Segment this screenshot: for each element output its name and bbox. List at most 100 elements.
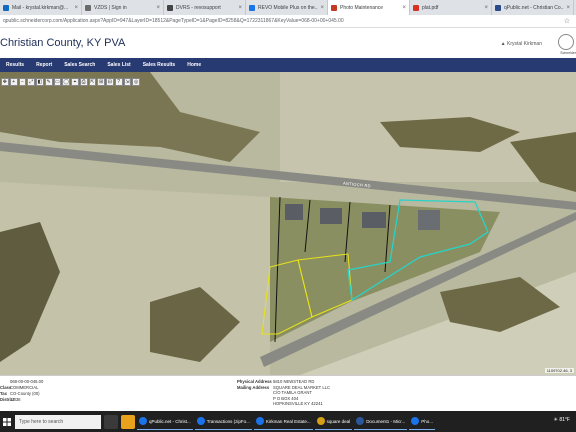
tab-favicon-icon bbox=[3, 4, 9, 11]
schneider-logo-text: Schneider bbox=[560, 51, 576, 55]
browser-tab[interactable]: DVRS - revosupport × bbox=[164, 0, 246, 15]
map-coordinates: 1109702.46, 3 bbox=[544, 368, 574, 373]
taskbar-app-label: Pho... bbox=[421, 418, 433, 424]
tab-close-icon[interactable]: × bbox=[566, 5, 570, 11]
taskbar-app-label: square deal bbox=[326, 418, 351, 424]
taskbar-app-icon bbox=[255, 417, 264, 425]
building-store bbox=[418, 210, 440, 230]
browser-tab[interactable]: REVO Mobile Plus on the... × bbox=[246, 0, 328, 15]
tab-close-icon[interactable]: × bbox=[402, 5, 406, 11]
map-tool-icon[interactable]: ◯ bbox=[62, 78, 70, 86]
building-3 bbox=[362, 212, 386, 228]
file-explorer-icon[interactable] bbox=[121, 414, 135, 429]
taskbar-app-icon bbox=[316, 417, 325, 425]
nav-item[interactable]: Results bbox=[0, 62, 30, 68]
task-view-icon[interactable] bbox=[104, 414, 118, 429]
map-tool-icon[interactable]: + bbox=[9, 78, 18, 86]
nav-item[interactable]: Sales Results bbox=[137, 62, 182, 68]
info-row bbox=[0, 403, 43, 409]
tab-label: DVRS - revosupport bbox=[176, 4, 221, 11]
map-tool-icon[interactable]: − bbox=[18, 78, 27, 86]
taskbar-search-input[interactable]: Type here to search bbox=[15, 414, 101, 429]
page-title: Christian County, KY PVA bbox=[0, 37, 126, 49]
map-tool-icon[interactable]: ◧ bbox=[36, 78, 44, 86]
tab-close-icon[interactable]: × bbox=[156, 5, 160, 11]
taskbar-app-icon bbox=[196, 417, 205, 425]
taskbar-app[interactable]: Pho... bbox=[409, 413, 435, 430]
address-bar-url[interactable]: qpublic.schneidercorp.com/Application.as… bbox=[3, 18, 344, 24]
building-1 bbox=[285, 204, 303, 220]
weather-temp: 81°F bbox=[559, 417, 570, 423]
tab-favicon-icon bbox=[495, 4, 501, 11]
start-button[interactable] bbox=[0, 411, 14, 432]
info-value: HOPKINSVILLE KY 42241 bbox=[273, 401, 323, 406]
tab-label: plat.pdf bbox=[422, 4, 439, 11]
map-tool-icon[interactable]: ▭ bbox=[53, 78, 62, 86]
map-tool-icon[interactable]: ⊟ bbox=[106, 78, 114, 86]
building-2 bbox=[320, 208, 342, 224]
map-toolbar: ✥ + − ⤢ ◧ ✎ ▭ ◯ ⌖ ⎙ ⇱ ⊞ ⊟? ⇲ ◎ bbox=[0, 78, 140, 88]
taskbar-app[interactable]: square deal bbox=[314, 413, 353, 430]
map-tool-icon[interactable]: ⇲ bbox=[123, 78, 132, 86]
taskbar-app-icon bbox=[356, 417, 365, 425]
tab-close-icon[interactable]: × bbox=[484, 5, 488, 11]
nav-item[interactable]: Sales Search bbox=[58, 62, 101, 68]
map-tool-icon[interactable]: ? bbox=[114, 78, 123, 86]
browser-tab[interactable]: plat.pdf × bbox=[410, 0, 492, 15]
nav-item[interactable]: Sales List bbox=[101, 62, 136, 68]
browser-tab[interactable]: qPublic.net - Christian Co... × bbox=[492, 0, 574, 15]
taskbar-app[interactable]: qPublic.net - Christ... bbox=[137, 413, 193, 430]
map-tool-icon[interactable]: ◎ bbox=[132, 78, 140, 86]
screen: Mail - krystal.kirkman@... × VZDS | Sign i… bbox=[0, 0, 576, 432]
taskbar-app-label: Document1 - Micr... bbox=[366, 418, 406, 424]
tab-favicon-icon bbox=[331, 4, 337, 11]
browser-tab[interactable]: Photo Maintenance × bbox=[328, 0, 410, 15]
map-tool-icon[interactable]: ⌖ bbox=[71, 78, 79, 86]
map-tool-icon[interactable]: ⊞ bbox=[97, 78, 105, 86]
map-tool-icon[interactable]: ⤢ bbox=[27, 78, 35, 86]
weather-widget[interactable]: ☀ 81°F bbox=[554, 417, 571, 423]
nav-item[interactable]: Report bbox=[30, 62, 58, 68]
address-bar[interactable]: qpublic.schneidercorp.com/Application.as… bbox=[0, 15, 576, 28]
tab-favicon-icon bbox=[249, 4, 255, 11]
windows-taskbar: Type here to search qPublic.net - Christ… bbox=[0, 411, 576, 432]
map-tool-icon[interactable]: ✥ bbox=[1, 78, 9, 86]
taskbar-app[interactable]: Transactions (zipFo... bbox=[194, 413, 252, 430]
bookmark-star-icon[interactable]: ☆ bbox=[564, 17, 570, 25]
tab-favicon-icon bbox=[85, 4, 91, 11]
parcel-info-left: 068-00-00-045.00 Class COMMERCIAL Tax CO-Cou… bbox=[0, 379, 43, 409]
schneider-logo-icon bbox=[558, 34, 574, 50]
parcel-info-panel: 068-00-00-045.00 Class COMMERCIAL Tax CO-Cou… bbox=[0, 375, 576, 411]
tab-close-icon[interactable]: × bbox=[320, 5, 324, 11]
taskbar-app[interactable]: Kirkman Real Estate... bbox=[253, 413, 313, 430]
parcel-info-right: Physical Address 5810 NEWSTEAD RD Mailing … bbox=[237, 379, 330, 407]
taskbar-app-icon bbox=[139, 417, 147, 425]
tab-label: Mail - krystal.kirkman@... bbox=[12, 4, 69, 11]
taskbar-app-label: Transactions (zipFo... bbox=[206, 418, 250, 424]
map-tool-icon[interactable]: ⇱ bbox=[88, 78, 97, 86]
main-nav: Results Report Sales Search Sales List Sales… bbox=[0, 58, 576, 72]
site-header: Christian County, KY PVA ▲ Krystal Kirkm… bbox=[0, 28, 576, 58]
nav-item[interactable]: Home bbox=[181, 62, 207, 68]
tab-label: REVO Mobile Plus on the... bbox=[258, 4, 319, 11]
user-menu[interactable]: ▲ Krystal Kirkman bbox=[501, 41, 542, 47]
aerial-map[interactable] bbox=[0, 72, 576, 375]
info-value: 1.838 bbox=[10, 397, 21, 402]
tab-label: VZDS | Sign in bbox=[94, 4, 127, 11]
map-tool-icon[interactable]: ⎙ bbox=[79, 78, 88, 86]
tab-close-icon[interactable]: × bbox=[238, 5, 242, 11]
taskbar-app[interactable]: Document1 - Micr... bbox=[354, 413, 408, 430]
tab-close-icon[interactable]: × bbox=[74, 5, 78, 11]
map-view[interactable]: ✥ + − ⤢ ◧ ✎ ▭ ◯ ⌖ ⎙ ⇱ ⊞ ⊟? ⇲ ◎ ANTIOCH RD 1109702.46, … bbox=[0, 72, 576, 375]
windows-logo-icon bbox=[3, 417, 11, 426]
taskbar-app-label: qPublic.net - Christ... bbox=[149, 418, 191, 424]
taskbar-app-icon bbox=[411, 417, 420, 425]
map-tool-icon[interactable]: ✎ bbox=[44, 78, 53, 86]
tab-label: qPublic.net - Christian Co... bbox=[504, 4, 565, 11]
user-name: Krystal Kirkman bbox=[506, 41, 542, 47]
info-row: HOPKINSVILLE KY 42241 bbox=[237, 401, 330, 407]
browser-tab[interactable]: Mail - krystal.kirkman@... × bbox=[0, 0, 82, 15]
browser-tab[interactable]: VZDS | Sign in × bbox=[82, 0, 164, 15]
tab-favicon-icon bbox=[413, 4, 419, 11]
taskbar-app-label: Kirkman Real Estate... bbox=[265, 418, 311, 424]
